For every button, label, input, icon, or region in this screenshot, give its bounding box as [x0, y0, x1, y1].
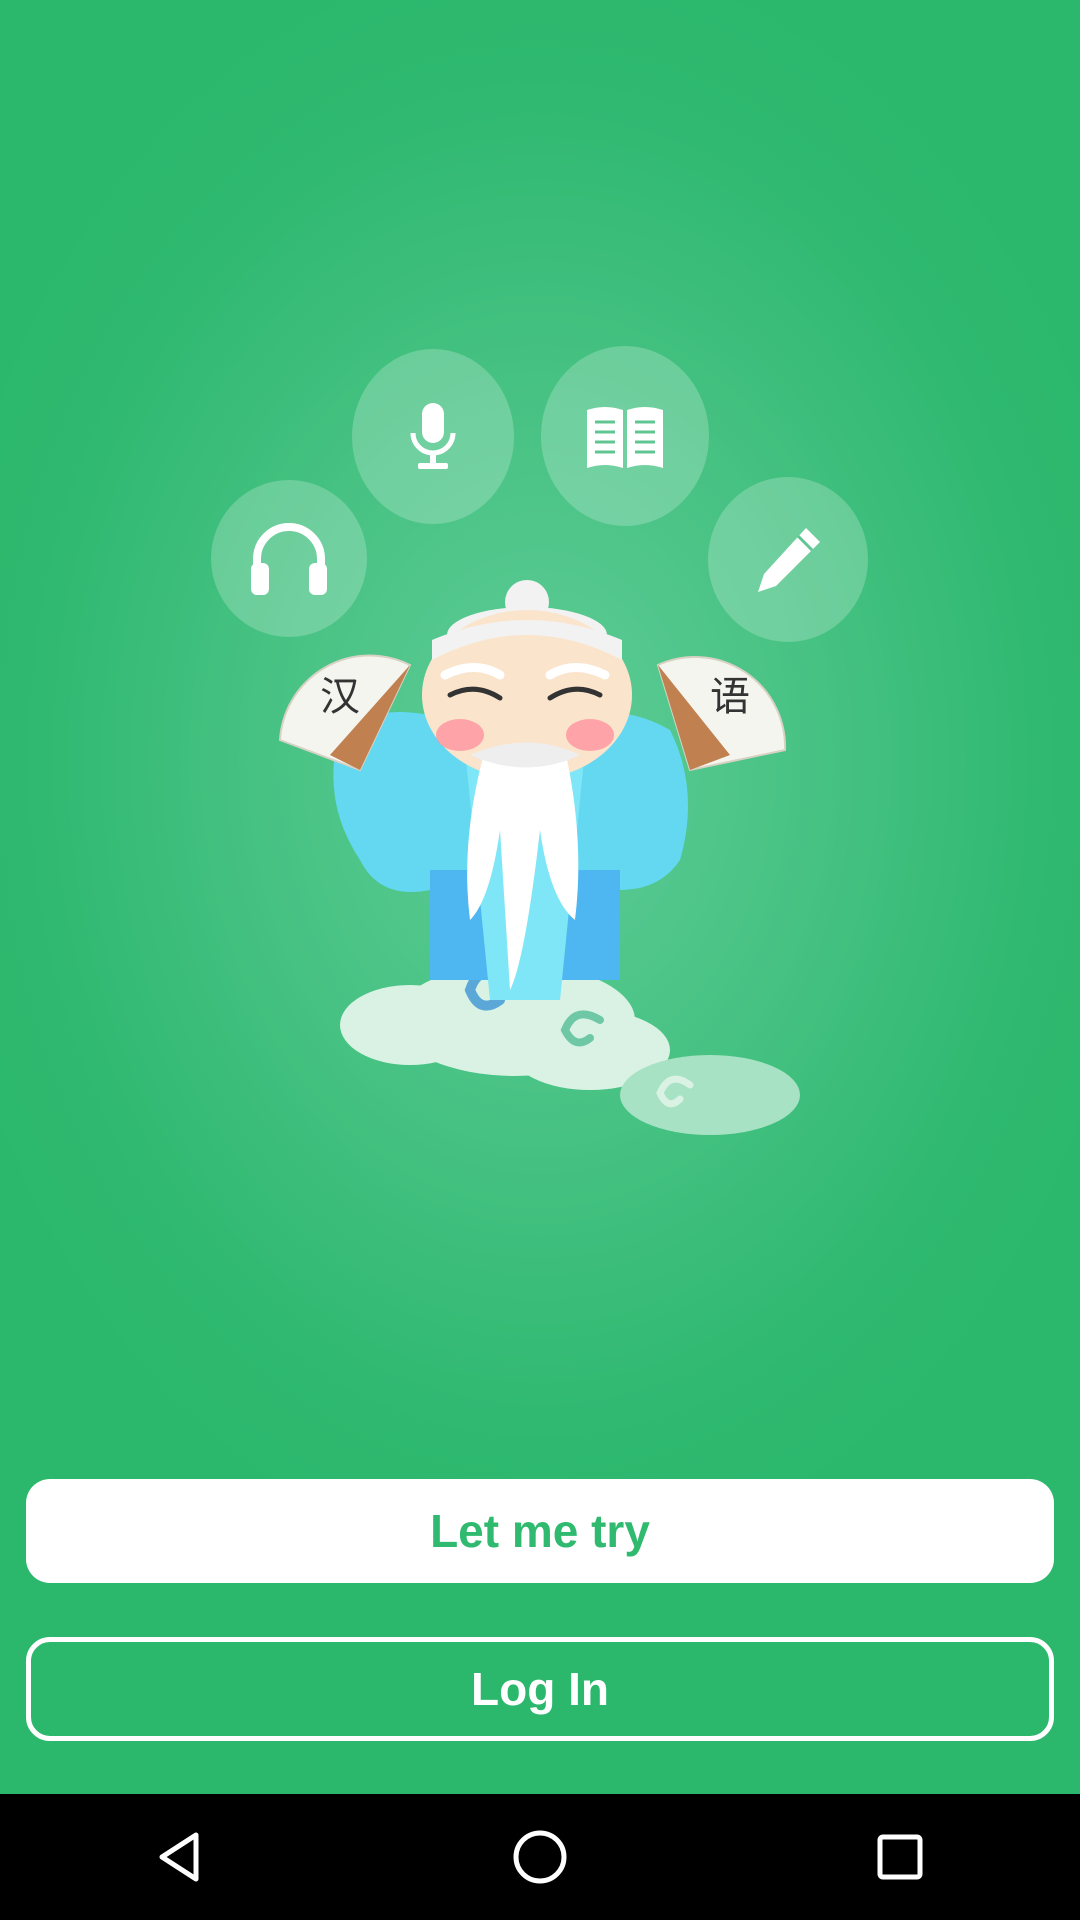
home-circle-icon	[513, 1830, 567, 1884]
log-in-button[interactable]: Log In	[26, 1637, 1054, 1741]
home-button[interactable]	[480, 1797, 600, 1917]
microphone-icon	[410, 402, 456, 469]
sage-mascot-illustration: 汉 语	[278, 580, 800, 1135]
let-me-try-button[interactable]: Let me try	[26, 1479, 1054, 1583]
cloud-decoration	[340, 964, 800, 1135]
right-fan-character: 语	[710, 674, 750, 720]
recents-square-icon	[877, 1834, 923, 1880]
welcome-screen: 汉 语 Let me try Log In	[0, 0, 1080, 1794]
system-navigation-bar	[0, 1794, 1080, 1920]
back-triangle-icon	[159, 1832, 199, 1882]
left-fan-character: 汉	[320, 674, 360, 720]
recents-button[interactable]	[840, 1797, 960, 1917]
reading-skill-badge	[541, 346, 709, 526]
speaking-skill-badge	[352, 349, 514, 524]
book-icon	[587, 407, 663, 468]
back-button[interactable]	[120, 1797, 240, 1917]
